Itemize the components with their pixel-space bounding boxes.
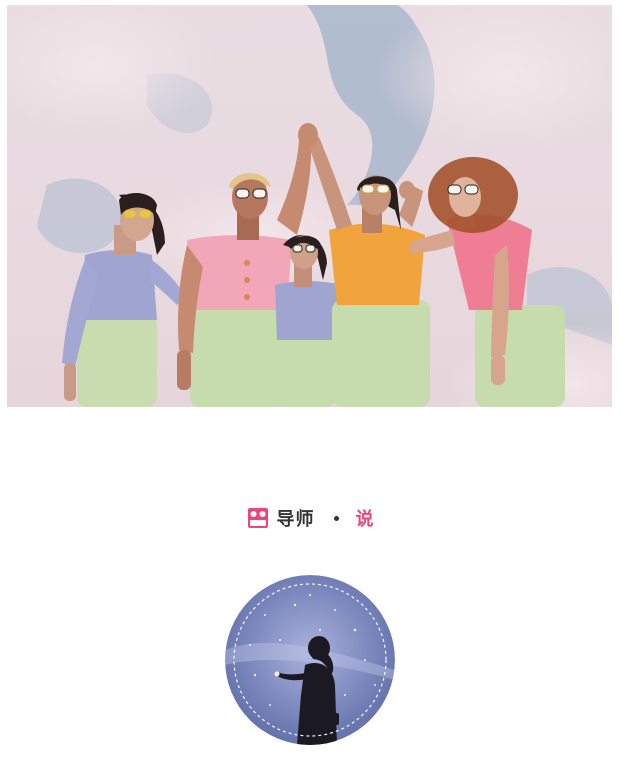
section-heading: 导师 说 [0, 503, 621, 533]
separator-dot [333, 515, 339, 521]
mentor-avatar [225, 575, 395, 745]
section-title: 导师 [276, 509, 315, 530]
section-title-accent: 说 [355, 509, 374, 530]
hero-photo [7, 5, 612, 407]
avatar-illustration [225, 575, 395, 745]
tag-icon [247, 508, 268, 528]
group-photo-illustration [7, 5, 612, 407]
